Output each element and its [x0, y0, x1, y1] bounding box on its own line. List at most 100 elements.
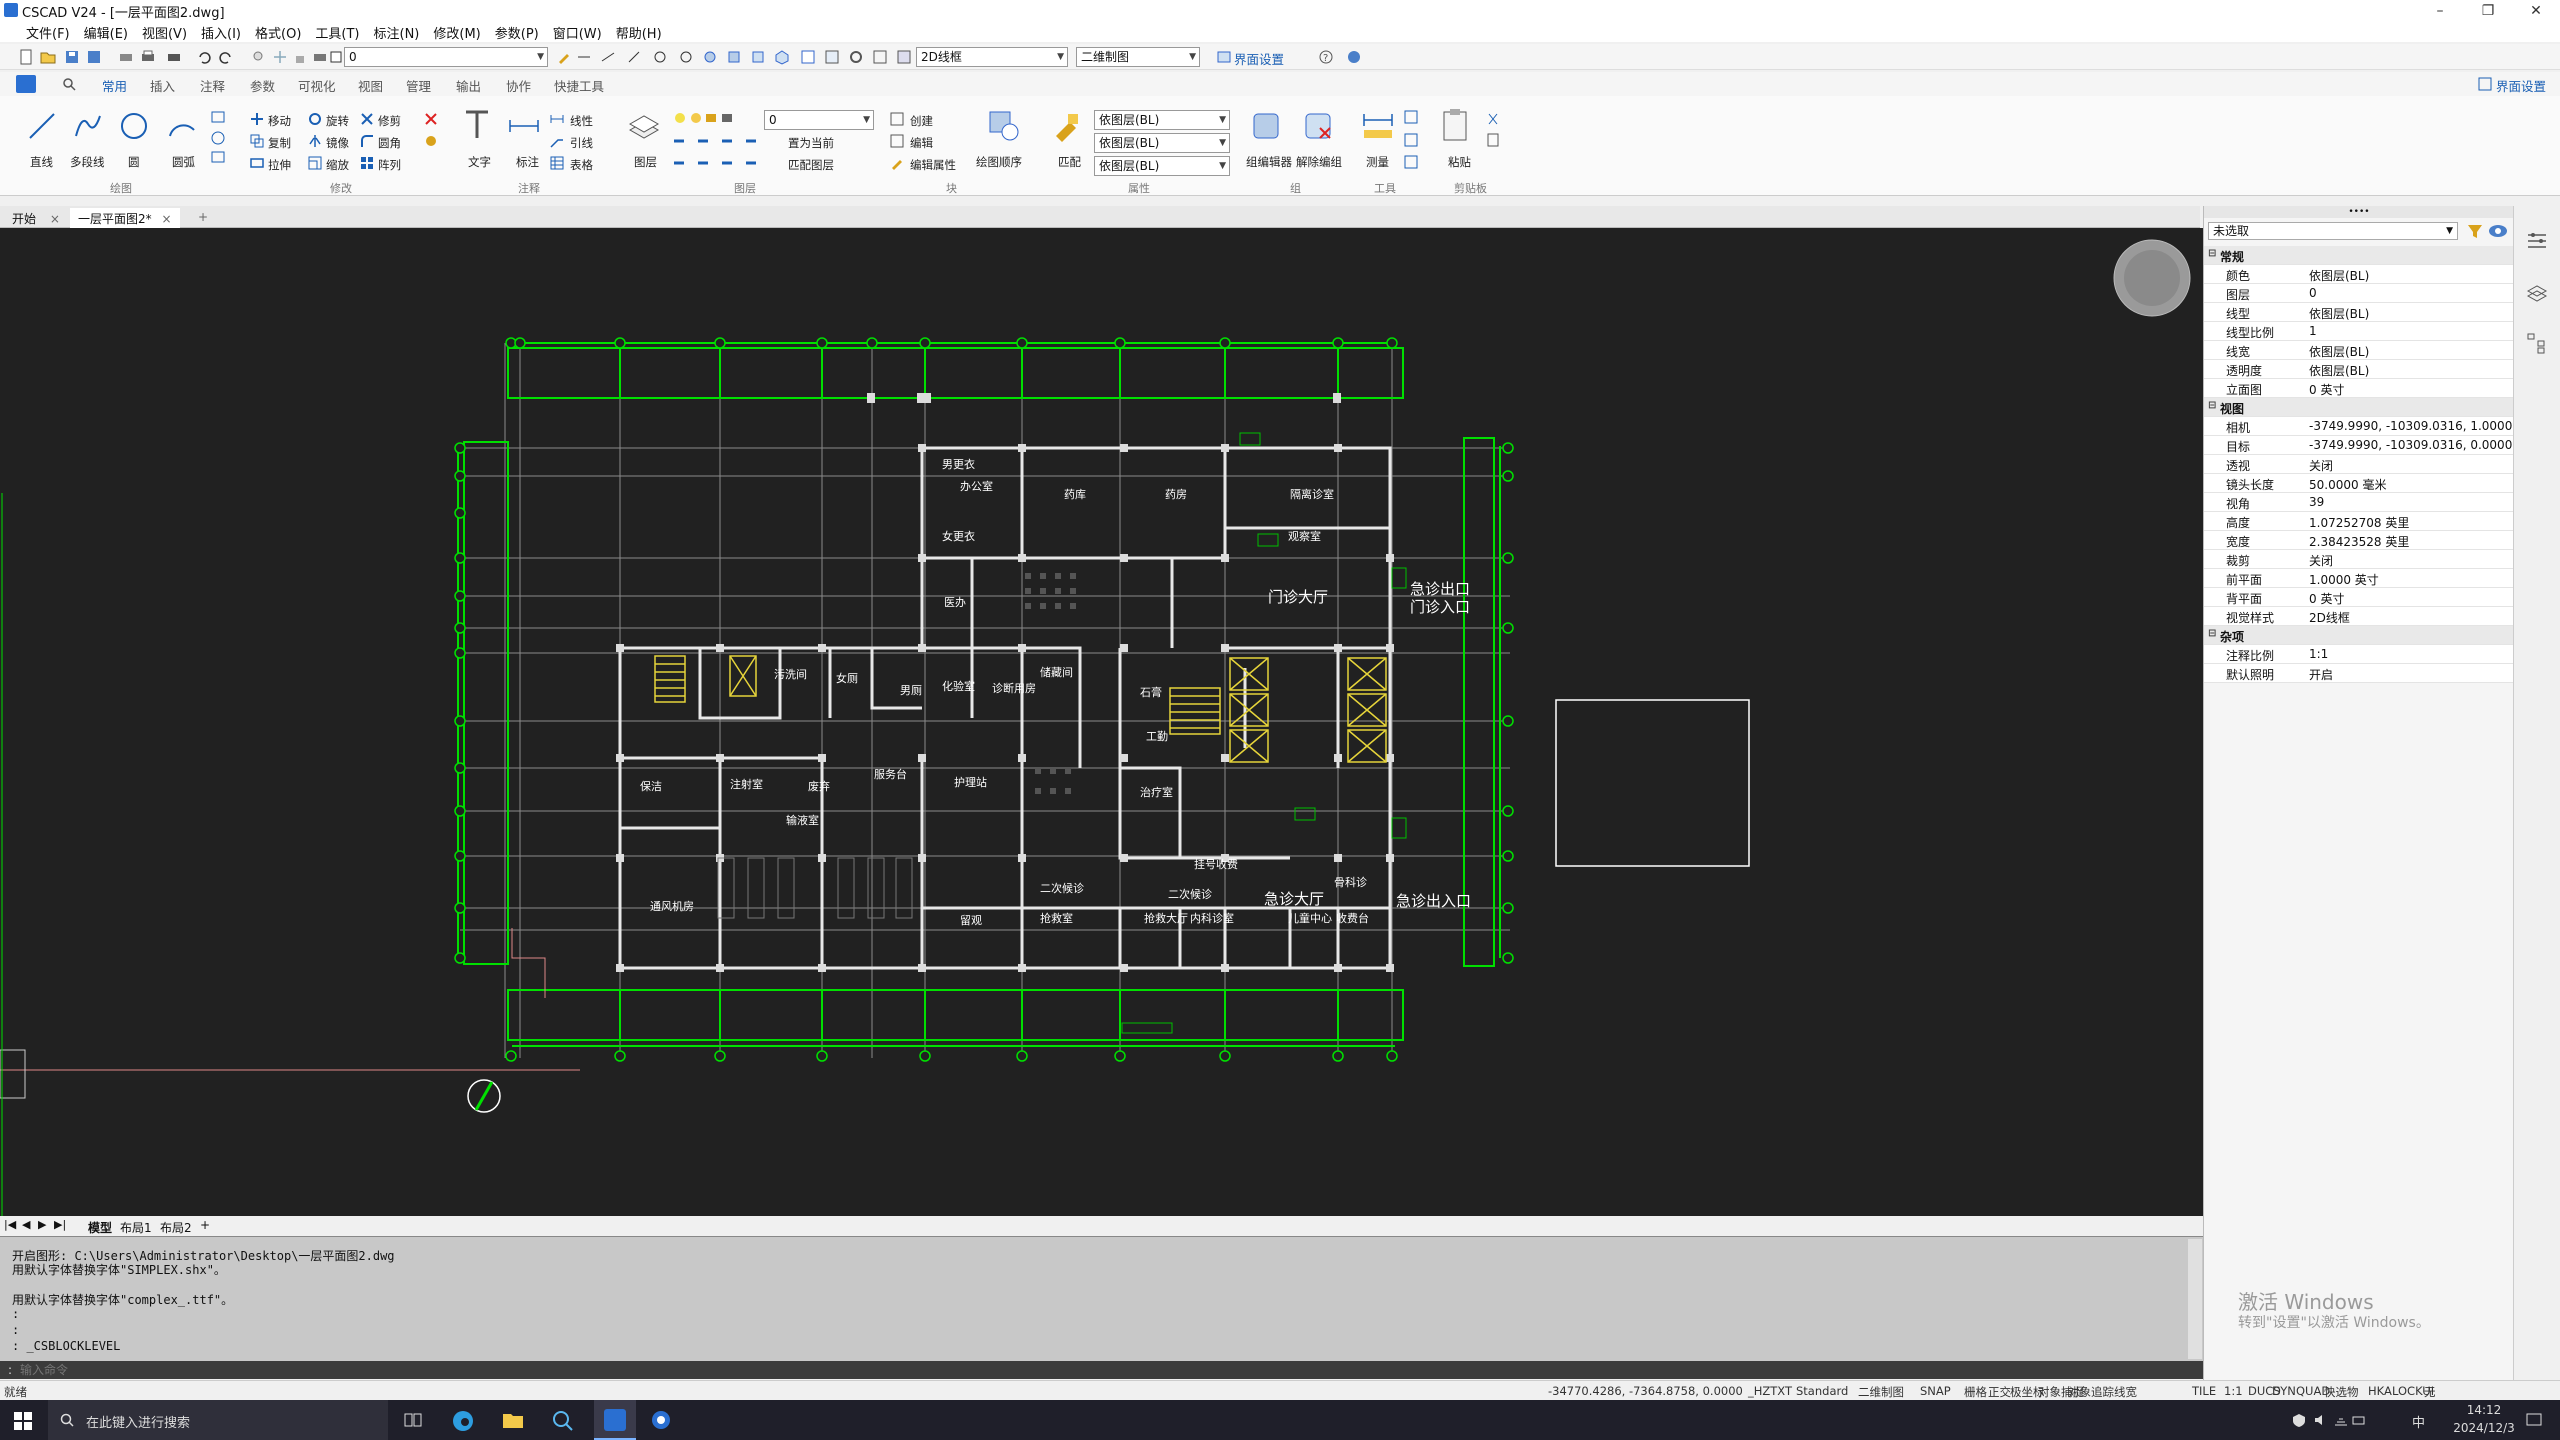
menu-view[interactable]: 视图(V): [142, 23, 187, 42]
tab-manage[interactable]: 管理: [406, 76, 431, 95]
arc-icon[interactable]: [166, 110, 198, 142]
tab-parametric[interactable]: 参数: [250, 76, 275, 95]
search-app-icon[interactable]: [552, 1410, 574, 1432]
status-toggle[interactable]: 对象追踪: [2068, 1384, 2114, 1400]
prop-value[interactable]: 2.38423528 英里: [2309, 533, 2409, 550]
draw-order-icon[interactable]: [986, 108, 1022, 144]
prop-row[interactable]: 立面图 0 英寸: [2204, 379, 2514, 398]
prop-value[interactable]: -3749.9990, -10309.0316, 1.0000: [2309, 419, 2512, 433]
layer-color-icon[interactable]: [328, 49, 344, 65]
view-front-icon[interactable]: [750, 49, 766, 65]
tab-annotate[interactable]: 注释: [200, 76, 225, 95]
text-icon[interactable]: [462, 108, 492, 142]
menu-dimension[interactable]: 标注(N): [374, 23, 420, 42]
prop-row[interactable]: 镜头长度 50.0000 毫米: [2204, 474, 2514, 493]
layer-print-icon[interactable]: [312, 49, 328, 65]
plot-icon[interactable]: [166, 49, 182, 65]
close-icon[interactable]: ×: [161, 212, 171, 226]
match-properties-icon[interactable]: [1050, 110, 1082, 142]
prop-value[interactable]: 1: [2309, 324, 2317, 338]
windows-start-icon[interactable]: [14, 1412, 32, 1430]
menu-window[interactable]: 窗口(W): [553, 23, 602, 42]
edit-block-button[interactable]: 编辑: [910, 135, 933, 151]
create-block-button[interactable]: 创建: [910, 113, 933, 129]
erase-icon[interactable]: [424, 112, 438, 126]
polyline-icon[interactable]: [72, 110, 104, 142]
prop-row[interactable]: 颜色 依图层(BL): [2204, 265, 2514, 284]
open-file-icon[interactable]: [40, 49, 56, 65]
prop-row[interactable]: 注释比例 1:1: [2204, 645, 2514, 664]
ime-indicator[interactable]: 中: [2412, 1412, 2425, 1431]
menu-edit[interactable]: 编辑(E): [84, 23, 128, 42]
prop-value[interactable]: 0: [2309, 286, 2317, 300]
command-scrollbar[interactable]: [2188, 1239, 2202, 1359]
status-toggle[interactable]: SNAP: [1920, 1384, 1951, 1398]
dim-linear-icon[interactable]: [576, 49, 592, 65]
status-toggle[interactable]: 快选物: [2324, 1384, 2359, 1400]
settings-app-icon[interactable]: [650, 1409, 672, 1431]
layer-bulb-icon[interactable]: [250, 49, 266, 65]
prop-row[interactable]: 相机 -3749.9990, -10309.0316, 1.0000: [2204, 417, 2514, 436]
help-icon[interactable]: ?: [1318, 49, 1334, 65]
status-toggle[interactable]: _HZTXT: [1748, 1384, 1792, 1398]
table-icon[interactable]: [550, 156, 564, 170]
clock-date[interactable]: 2024/12/3: [2440, 1421, 2528, 1435]
layer-tools-row2[interactable]: [672, 156, 772, 170]
fillet-icon[interactable]: [360, 134, 374, 148]
status-toggle[interactable]: DYN: [2272, 1384, 2296, 1398]
menu-parameters[interactable]: 参数(P): [495, 23, 539, 42]
status-toggle[interactable]: TILE: [2192, 1384, 2216, 1398]
prop-value[interactable]: 1.07252708 英里: [2309, 514, 2409, 531]
draw-more-icon[interactable]: [208, 110, 234, 170]
redo-icon[interactable]: [218, 49, 234, 65]
prop-value[interactable]: 依图层(BL): [2309, 305, 2369, 322]
prop-value[interactable]: 50.0000 毫米: [2309, 476, 2386, 493]
settings-icon[interactable]: [848, 49, 864, 65]
task-view-icon[interactable]: [404, 1412, 422, 1428]
snap-icon[interactable]: [896, 49, 912, 65]
view-top-icon[interactable]: [726, 49, 742, 65]
layer-combo[interactable]: 0 ▼: [344, 47, 548, 67]
nav-next-icon[interactable]: ▶: [38, 1218, 46, 1231]
file-explorer-icon[interactable]: [502, 1410, 524, 1430]
layers-toggle-icon[interactable]: [2526, 282, 2548, 304]
ui-settings-button[interactable]: 界面设置: [1234, 49, 1284, 68]
menu-file[interactable]: 文件(F): [26, 23, 70, 42]
prop-row[interactable]: 视角 39: [2204, 493, 2514, 512]
print-icon[interactable]: [140, 49, 156, 65]
taskbar-search[interactable]: 在此键入进行搜索: [48, 1400, 388, 1440]
selection-combo[interactable]: 未选取 ▼: [2208, 222, 2458, 240]
close-icon[interactable]: ×: [50, 212, 60, 226]
scale-icon[interactable]: [308, 156, 322, 170]
prop-row[interactable]: 透视 关闭: [2204, 455, 2514, 474]
move-button[interactable]: 移动: [268, 113, 291, 129]
app-menu-icon[interactable]: [16, 75, 36, 93]
command-input[interactable]: [20, 1362, 620, 1378]
dim-diameter-icon[interactable]: [678, 49, 694, 65]
battery-icon[interactable]: [2352, 1413, 2366, 1427]
dim-aligned-icon[interactable]: [600, 49, 616, 65]
print-preview-icon[interactable]: [118, 49, 134, 65]
measure-icon[interactable]: [1362, 110, 1394, 142]
layer-freeze-icon[interactable]: [272, 49, 288, 65]
prop-row[interactable]: 背平面 0 英寸: [2204, 588, 2514, 607]
nav-prev-icon[interactable]: ◀: [22, 1218, 30, 1231]
prop-row[interactable]: 视觉样式 2D线框: [2204, 607, 2514, 626]
paste-icon[interactable]: [1440, 108, 1472, 142]
rotate-button[interactable]: 旋转: [326, 113, 349, 129]
prop-section-0[interactable]: ⊟ 常规: [2204, 246, 2514, 265]
stretch-button[interactable]: 拉伸: [268, 157, 291, 173]
restore-button[interactable]: ❐: [2468, 0, 2508, 22]
menu-help[interactable]: 帮助(H): [616, 23, 662, 42]
prop-row[interactable]: 线宽 依图层(BL): [2204, 341, 2514, 360]
prop-value[interactable]: -3749.9990, -10309.0316, 0.0000: [2309, 438, 2512, 452]
prop-row[interactable]: 前平面 1.0000 英寸: [2204, 569, 2514, 588]
menu-tools[interactable]: 工具(T): [315, 23, 359, 42]
layer-properties-icon[interactable]: [626, 110, 662, 142]
stretch-icon[interactable]: [250, 156, 264, 170]
lineweight-combo[interactable]: 依图层(BL) ▼: [1094, 156, 1230, 176]
save-icon[interactable]: [64, 49, 80, 65]
linear-dim-button[interactable]: 线性: [570, 113, 593, 129]
ribbon-ui-settings[interactable]: 界面设置: [2496, 76, 2546, 95]
status-toggle[interactable]: 二维制图: [1858, 1384, 1904, 1400]
